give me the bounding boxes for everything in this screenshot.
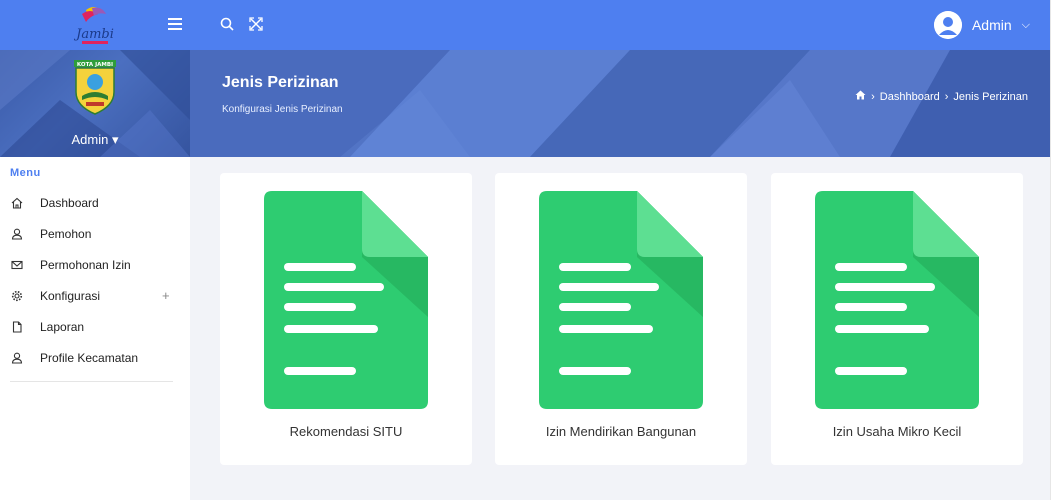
document-icon [264, 191, 428, 409]
fullscreen-button[interactable] [245, 13, 267, 35]
menu-toggle-button[interactable] [164, 13, 186, 35]
card-label: Rekomendasi SITU [289, 424, 403, 439]
page-title: Jenis Perizinan [222, 74, 339, 91]
user-name: Admin [971, 17, 1012, 33]
sidebar-item-label: Pemohon [40, 226, 92, 241]
sidebar-item-label: Dashboard [40, 195, 99, 210]
sidebar-item-label: Permohonan Izin [40, 257, 131, 272]
document-icon [815, 191, 979, 409]
sidebar-item-label: Laporan [40, 319, 85, 334]
expand-plus-icon[interactable]: + [162, 288, 170, 303]
search-button[interactable] [216, 13, 238, 35]
svg-text:KOTA JAMBI: KOTA JAMBI [77, 62, 113, 68]
sidebar-user-dropdown[interactable]: Admin ▾ [0, 132, 190, 148]
sidebar-item-label: Konfigurasi [40, 288, 101, 303]
sidebar-item-profile-kecamatan[interactable]: Profile Kecamatan [0, 342, 190, 373]
mail-icon [10, 258, 24, 272]
sidebar: KOTA JAMBI Admin ▾ Menu Dashboard Pemoho… [0, 50, 190, 500]
avatar [933, 11, 962, 39]
menu-section-title: Menu [10, 167, 41, 179]
page-subtitle: Konfigurasi Jenis Perizinan [222, 104, 343, 115]
sidebar-profile-header: KOTA JAMBI Admin ▾ [0, 50, 190, 157]
breadcrumb-current: Jenis Perizinan [953, 90, 1028, 103]
user-icon [10, 227, 24, 241]
home-icon [10, 196, 24, 210]
user-icon [10, 351, 24, 365]
user-avatar-icon [933, 11, 962, 39]
hamburger-icon [168, 18, 182, 30]
top-navbar: Jambi Admin ⌵ [0, 0, 1050, 50]
sidebar-item-konfigurasi[interactable]: Konfigurasi + [0, 280, 190, 311]
card-label: Izin Mendirikan Bangunan [545, 424, 697, 439]
city-emblem-logo: KOTA JAMBI [74, 60, 116, 115]
page-header: Jenis Perizinan Konfigurasi Jenis Perizi… [190, 50, 1050, 157]
brand-logo[interactable]: Jambi [68, 4, 122, 46]
chevron-down-icon: ⌵ [1021, 18, 1030, 31]
card-izin-usaha-mikro-kecil[interactable]: Izin Usaha Mikro Kecil [771, 173, 1023, 465]
card-izin-mendirikan-bangunan[interactable]: Izin Mendirikan Bangunan [495, 173, 747, 465]
sidebar-item-pemohon[interactable]: Pemohon [0, 218, 190, 249]
sidebar-user-name: Admin [71, 132, 109, 147]
breadcrumb-separator: › [944, 90, 949, 103]
file-icon [10, 320, 24, 334]
sidebar-item-laporan[interactable]: Laporan [0, 311, 190, 342]
breadcrumb-dashboard-link[interactable]: Dashhboard [880, 91, 940, 103]
sidebar-menu: Dashboard Pemohon Permohonan Izin Konfig… [0, 187, 190, 373]
search-icon [220, 17, 234, 31]
sidebar-divider [10, 381, 173, 382]
user-menu[interactable]: Admin ⌵ [933, 9, 1030, 41]
home-icon[interactable] [855, 90, 866, 103]
main-content: Jenis Perizinan Konfigurasi Jenis Perizi… [190, 50, 1050, 500]
caret-down-icon: ▾ [111, 132, 119, 147]
sidebar-item-dashboard[interactable]: Dashboard [0, 187, 190, 218]
card-label: Izin Usaha Mikro Kecil [832, 424, 962, 439]
card-rekomendasi-situ[interactable]: Rekomendasi SITU [220, 173, 472, 465]
sidebar-item-permohonan-izin[interactable]: Permohonan Izin [0, 249, 190, 280]
sidebar-item-label: Profile Kecamatan [40, 350, 139, 365]
document-icon [539, 191, 703, 409]
svg-text:Jambi: Jambi [73, 27, 114, 42]
breadcrumb-separator: › [871, 90, 875, 103]
scrollbar-track[interactable] [1050, 0, 1058, 500]
gear-icon [10, 289, 24, 303]
breadcrumb: › Dashhboard › Jenis Perizinan [855, 90, 1028, 103]
fullscreen-icon [249, 17, 263, 31]
